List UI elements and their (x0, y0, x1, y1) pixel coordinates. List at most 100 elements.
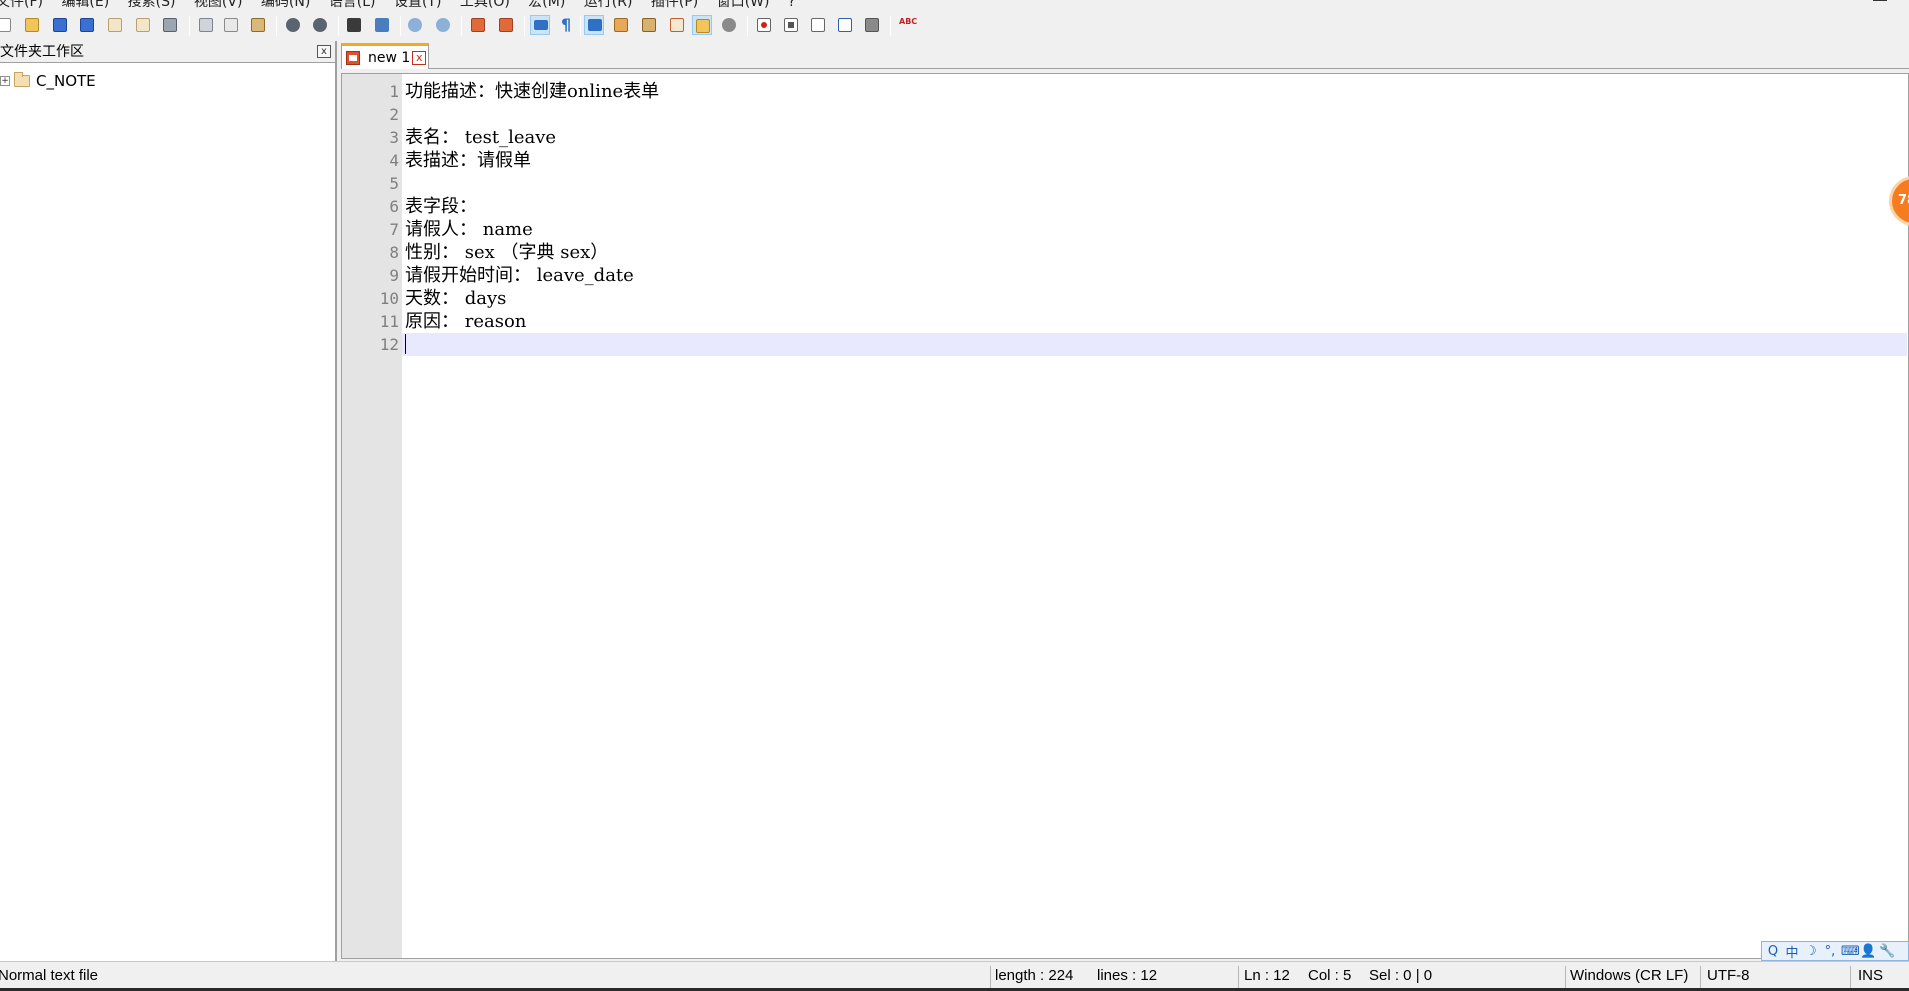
line-number: 6 (389, 197, 399, 216)
text-editor[interactable]: 1 2 3 4 5 6 7 8 9 10 11 12 功能描述：快速创建online表单 表名： tes… (341, 73, 1909, 959)
function-list-icon[interactable] (667, 15, 687, 35)
line-number: 11 (379, 312, 399, 331)
code-line: 天数： days (405, 288, 507, 309)
cut-icon[interactable] (196, 15, 216, 35)
close-all-icon[interactable] (133, 15, 153, 35)
sync-horizontal-icon[interactable] (496, 15, 516, 35)
language-icon[interactable] (611, 15, 631, 35)
zoom-in-icon[interactable] (405, 15, 425, 35)
expand-icon[interactable]: + (0, 76, 10, 86)
save-icon[interactable] (50, 15, 70, 35)
unsaved-file-icon (346, 50, 360, 65)
status-length: length : 224 (995, 967, 1074, 984)
tab-close-icon[interactable]: x (412, 50, 427, 65)
tree-item-c-note[interactable]: + C_NOTE (0, 71, 96, 91)
ime-punctuation-icon[interactable]: °, (1822, 944, 1838, 959)
menu-search[interactable]: 搜索(S) (128, 0, 176, 11)
status-col: Col : 5 (1308, 967, 1352, 984)
sync-vertical-icon[interactable] (468, 15, 488, 35)
tree-item-label: C_NOTE (36, 72, 96, 90)
stop-record-icon[interactable] (781, 15, 801, 35)
word-wrap-icon[interactable] (530, 15, 550, 35)
menu-view[interactable]: 视图(V) (194, 0, 243, 11)
code-line: 功能描述：快速创建online表单 (405, 81, 660, 102)
line-number: 2 (389, 105, 399, 124)
code-line: 请假人： name (405, 219, 533, 240)
copy-icon[interactable] (221, 15, 241, 35)
text-caret (405, 334, 406, 354)
status-file-type: Normal text file (0, 967, 99, 984)
menu-plugins[interactable]: 插件(P) (651, 0, 698, 11)
run-macro-multiple-icon[interactable] (835, 15, 855, 35)
replace-icon[interactable] (372, 15, 392, 35)
indent-guide-icon[interactable] (584, 15, 604, 35)
spell-check-icon[interactable]: ABC (896, 15, 917, 35)
menu-edit[interactable]: 编辑(E) (61, 0, 109, 11)
minimize-icon[interactable] (1873, 0, 1887, 1)
line-number: 5 (389, 174, 399, 193)
workspace-title: 文件夹工作区 (0, 44, 84, 60)
ime-moon-icon[interactable]: ☽ (1803, 944, 1819, 959)
line-number: 12 (379, 335, 399, 354)
undo-icon[interactable] (283, 15, 303, 35)
close-workspace-icon[interactable]: x (317, 45, 331, 58)
line-number: 8 (389, 243, 399, 262)
tab-new-1[interactable]: new 1 x (341, 43, 429, 69)
play-macro-icon[interactable] (808, 15, 828, 35)
menu-tools[interactable]: 工具(O) (460, 0, 510, 11)
line-number: 7 (389, 220, 399, 239)
code-line: 性别： sex （字典 sex） (405, 242, 609, 263)
editor-area: new 1 x 1 2 3 4 5 6 7 8 9 10 11 12 功能描述：快速创建online表… (341, 41, 1909, 961)
tab-bar: new 1 x (341, 41, 1909, 69)
line-number: 9 (389, 266, 399, 285)
ime-settings-icon[interactable]: 🔧 (1879, 944, 1895, 959)
folder-workspace-panel: 文件夹工作区 x + C_NOTE (0, 41, 337, 961)
monitoring-icon[interactable] (719, 15, 739, 35)
status-bar: Normal text file length : 224 lines : 12… (0, 961, 1909, 991)
paste-icon[interactable] (248, 15, 268, 35)
menu-macro[interactable]: 宏(M) (528, 0, 565, 11)
menu-settings[interactable]: 设置(T) (394, 0, 441, 11)
save-all-icon[interactable] (77, 15, 97, 35)
code-line: 表描述：请假单 (405, 150, 531, 171)
folder-icon (14, 72, 30, 87)
ime-toolbar: Q 中 ☽ °, ⌨ 👤 🔧 (1761, 941, 1909, 961)
status-encoding[interactable]: UTF-8 (1707, 962, 1750, 990)
close-icon[interactable] (105, 15, 125, 35)
doc-map-icon[interactable] (639, 15, 659, 35)
menu-window[interactable]: 窗口(W) (717, 0, 770, 11)
code-line: 表字段： (405, 196, 477, 217)
ime-user-icon[interactable]: 👤 (1860, 944, 1876, 959)
status-sel: Sel : 0 | 0 (1369, 967, 1433, 984)
line-number: 1 (389, 82, 399, 101)
menu-bar: 文件(F) 编辑(E) 搜索(S) 视图(V) 编码(N) 语言(L) 设置(T… (0, 0, 1909, 11)
line-number: 10 (379, 289, 399, 308)
record-macro-icon[interactable] (754, 15, 774, 35)
ime-chinese-mode[interactable]: 中 (1784, 942, 1800, 961)
new-file-icon[interactable] (0, 15, 14, 35)
save-macro-icon[interactable] (862, 15, 882, 35)
code-line: 请假开始时间： leave_date (405, 265, 634, 286)
folder-workspace-icon[interactable] (692, 15, 712, 35)
ime-keyboard-icon[interactable]: ⌨ (1841, 944, 1860, 959)
zoom-out-icon[interactable] (433, 15, 453, 35)
menu-help[interactable]: ? (788, 0, 795, 11)
toolbar: ¶ ABC (0, 12, 1909, 40)
ime-logo-icon[interactable]: Q (1765, 944, 1781, 959)
status-ln: Ln : 12 (1244, 967, 1290, 984)
menu-run[interactable]: 运行(R) (584, 0, 633, 11)
status-mode[interactable]: INS (1858, 962, 1883, 990)
code-line: 原因： reason (405, 311, 527, 332)
open-file-icon[interactable] (22, 15, 42, 35)
menu-language[interactable]: 语言(L) (329, 0, 376, 11)
menu-encoding[interactable]: 编码(N) (261, 0, 310, 11)
status-eol[interactable]: Windows (CR LF) (1570, 962, 1688, 990)
show-all-chars-icon[interactable]: ¶ (558, 15, 578, 35)
line-number-gutter: 1 2 3 4 5 6 7 8 9 10 11 12 (342, 74, 402, 958)
find-icon[interactable] (344, 15, 364, 35)
tab-label: new 1 (368, 49, 411, 66)
line-number: 4 (389, 151, 399, 170)
menu-file[interactable]: 文件(F) (0, 0, 43, 11)
redo-icon[interactable] (310, 15, 330, 35)
print-icon[interactable] (160, 15, 180, 35)
